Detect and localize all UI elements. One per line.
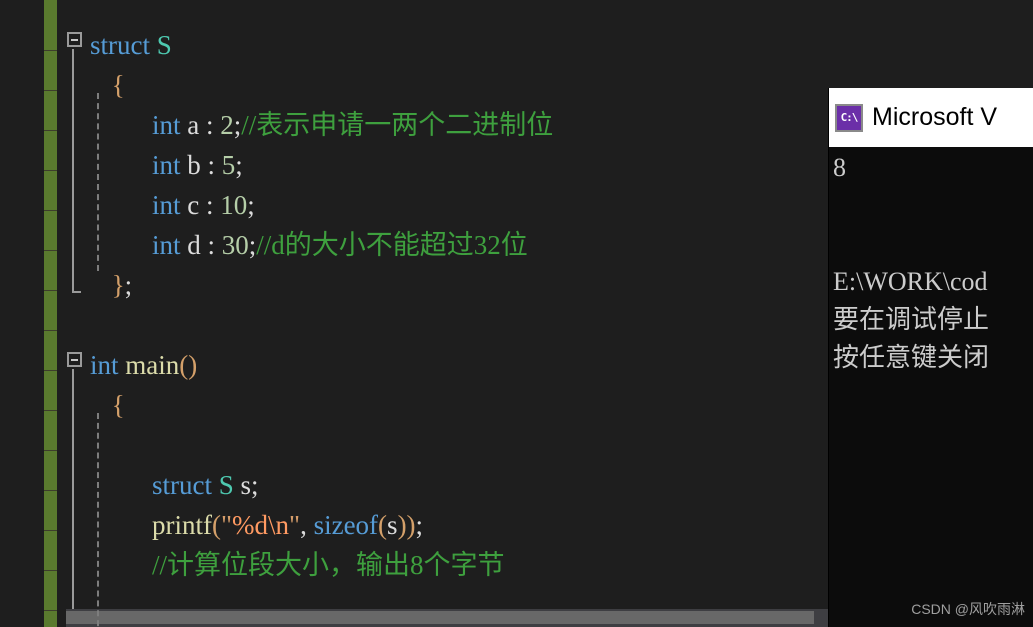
code-token: " [221,510,233,540]
code-line-1[interactable]: struct S [90,25,172,65]
code-line-11[interactable] [152,425,159,465]
code-token: %d [232,510,269,540]
code-token: sizeof [313,510,379,540]
debug-console-window[interactable]: C:\ Microsoft V 8 E:\WORK\cod 要在调试停止 按任意键关… [828,88,1033,627]
code-line-12[interactable]: struct S s; [152,465,259,505]
code-token: S [156,30,172,60]
code-token: " [289,510,301,540]
code-token: ; [247,190,255,220]
code-token: struct [90,30,150,60]
code-token: 2 [220,110,234,140]
code-token: ( [378,510,388,540]
code-line-8[interactable] [90,305,97,345]
console-icon-glyph: C:\ [837,105,861,130]
csdn-watermark: CSDN @风吹雨淋 [911,601,1025,617]
code-token: 10 [220,190,248,220]
code-token: int [152,110,181,140]
code-token: 30 [221,230,249,260]
code-line-4[interactable]: int b : 5; [152,145,243,185]
console-output-line: 8 [833,153,846,182]
code-token: ; [124,270,133,300]
code-line-14[interactable]: //计算位段大小，输出8个字节 [152,545,505,585]
code-token: printf [152,510,212,540]
code-token: //d的大小不能超过32位 [256,230,528,260]
code-token: , [300,510,314,540]
code-line-3[interactable]: int a : 2;//表示申请一两个二进制位 [152,105,553,145]
editor-hscrollbar-thumb[interactable] [66,611,814,624]
editor-hscrollbar[interactable] [66,609,828,627]
code-line-10[interactable]: { [112,385,125,425]
code-line-5[interactable]: int c : 10; [152,185,255,225]
screenshot-root: struct S{int a : 2;//表示申请一两个二进制位 int b : … [0,0,1033,627]
code-token: 5 [221,150,236,180]
code-token: a : [180,110,221,140]
console-output-line: 要在调试停止 [833,305,990,334]
code-token: ; [235,150,243,180]
code-token: int [152,230,181,260]
code-token: c : [180,190,221,220]
code-token: s; [233,470,259,500]
code-token: main [125,350,180,380]
code-token: ; [415,510,424,540]
code-token: { [111,70,125,100]
code-token: int [152,190,181,220]
code-line-9[interactable]: int main() [90,345,197,385]
code-token: //表示申请一两个二进制位 [241,110,554,140]
code-token: s [387,510,398,540]
console-output-line: 按任意键关闭 [833,343,990,372]
code-token: () [179,350,198,380]
code-token: d : [180,230,222,260]
console-titlebar[interactable]: C:\ Microsoft V [829,88,1033,147]
code-token: //计算位段大小，输出8个字节 [152,550,505,580]
code-line-7[interactable]: }; [112,265,132,305]
indent-guide [97,413,99,627]
code-token: b : [180,150,222,180]
indent-guide [97,93,99,271]
code-line-13[interactable]: printf("%d\n", sizeof(s)); [152,505,423,545]
code-token: int [90,350,119,380]
code-token: struct [152,470,212,500]
code-token: } [111,270,125,300]
console-window-title: Microsoft V [872,103,998,131]
code-line-2[interactable]: { [112,65,125,105]
code-token: ( [212,510,221,540]
console-window-icon: C:\ [835,103,863,132]
code-token: )) [397,510,416,540]
code-editor-pane[interactable]: struct S{int a : 2;//表示申请一两个二进制位 int b : … [0,0,828,627]
code-token: { [111,390,125,420]
code-token: int [152,150,181,180]
code-line-6[interactable]: int d : 30;//d的大小不能超过32位 [152,225,528,265]
code-text-layer[interactable]: struct S{int a : 2;//表示申请一两个二进制位 int b : … [0,0,828,627]
console-output-area[interactable]: 8 E:\WORK\cod 要在调试停止 按任意键关闭 [829,147,1033,627]
code-token: S [218,470,234,500]
code-token: \n [268,510,290,540]
console-output-line: E:\WORK\cod [833,267,988,296]
